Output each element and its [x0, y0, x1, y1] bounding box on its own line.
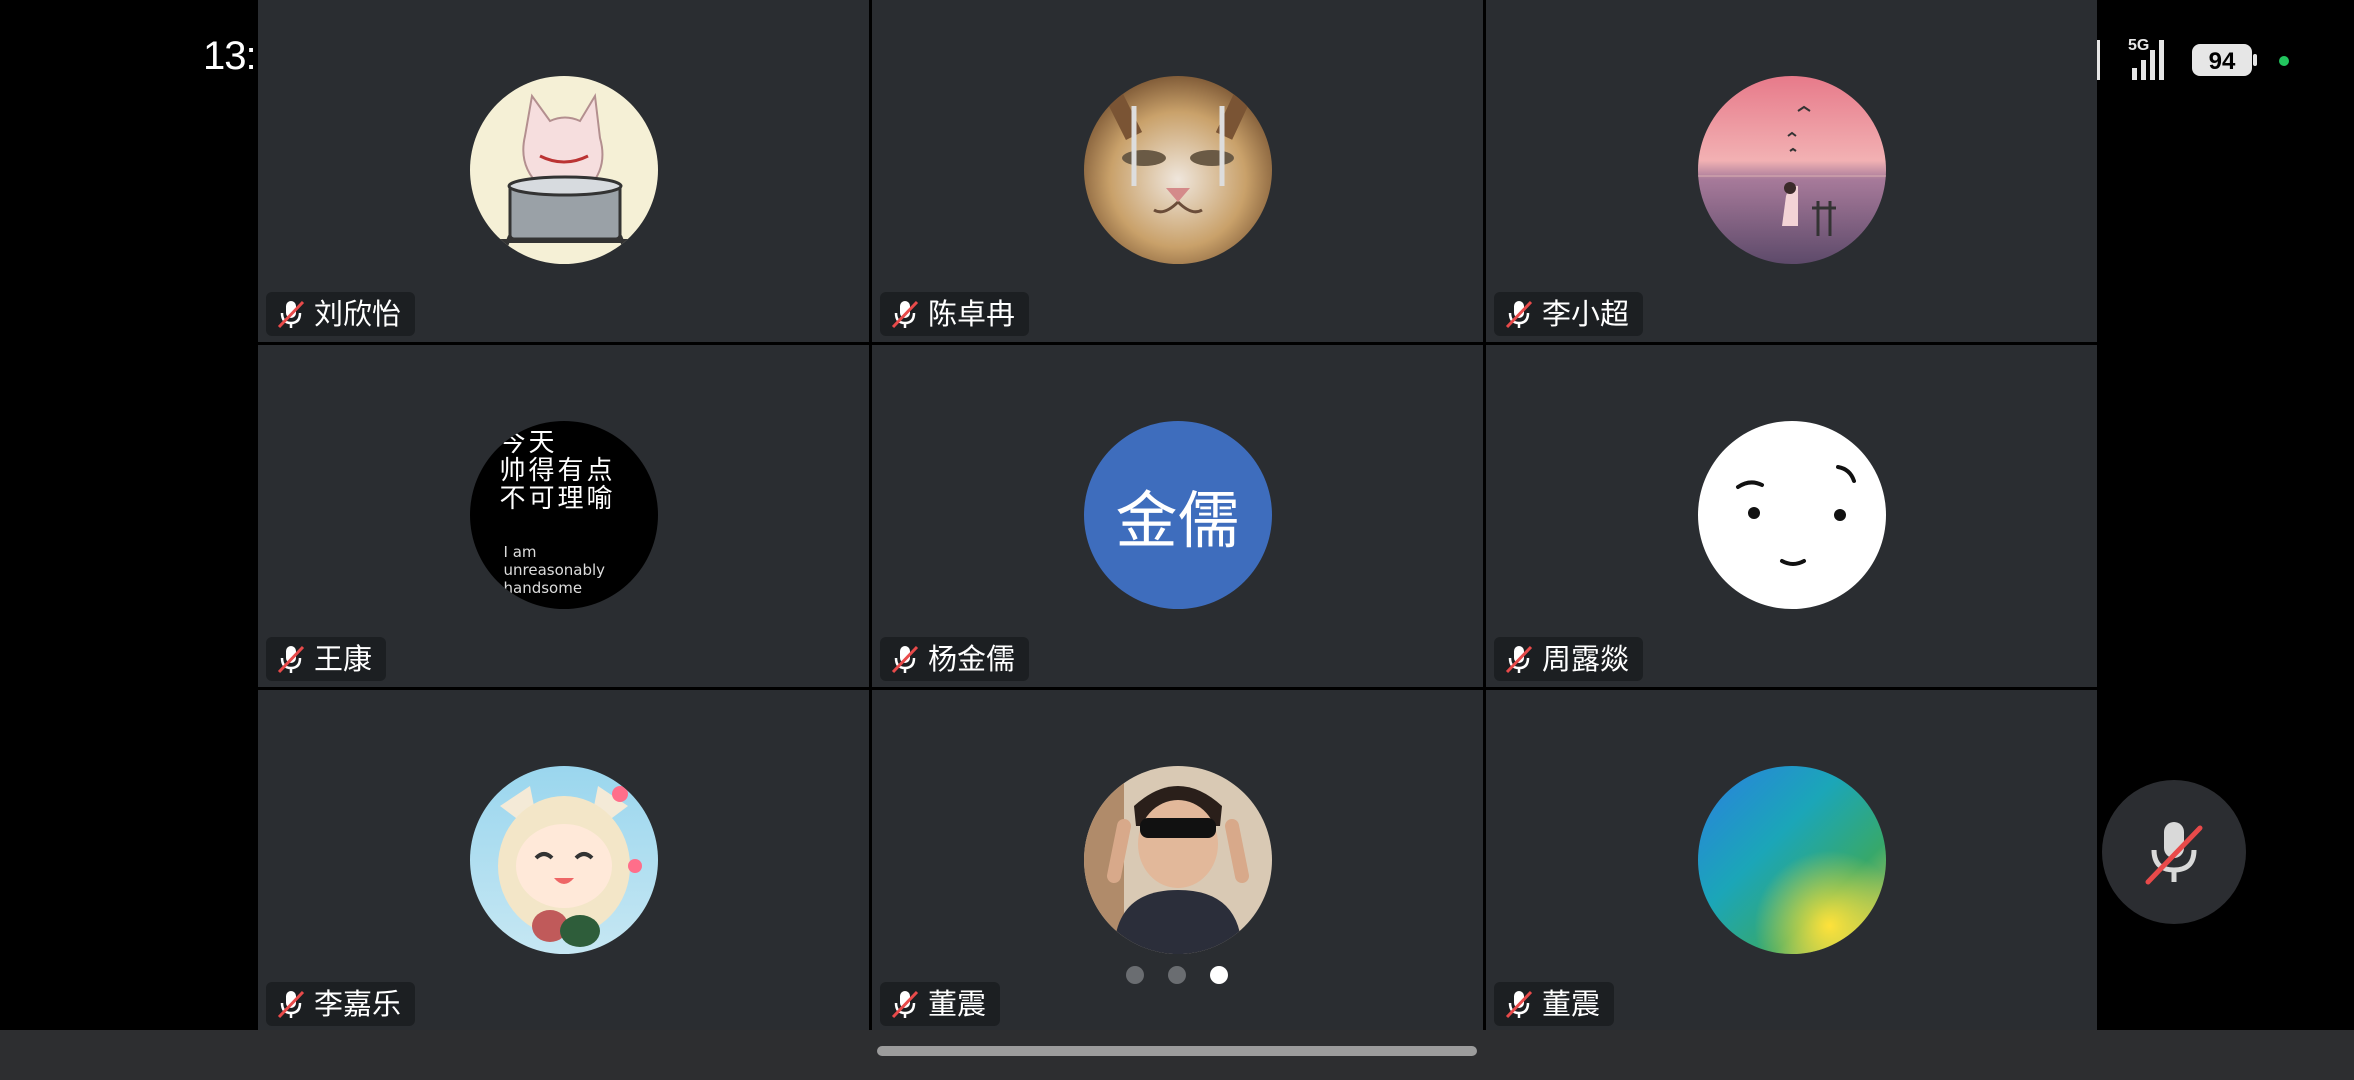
participant-name: 董震	[1542, 987, 1601, 1021]
page-indicator	[1126, 966, 1228, 984]
participant-name-chip: 李嘉乐	[266, 982, 416, 1026]
page-dot[interactable]	[1126, 966, 1144, 984]
participant-name: 李嘉乐	[314, 987, 402, 1021]
mic-muted-icon	[274, 297, 308, 331]
mic-muted-icon	[888, 642, 922, 676]
participant-avatar: 金儒	[1083, 421, 1272, 609]
participant-name-chip: 李小超	[1494, 292, 1644, 336]
mic-muted-icon	[888, 987, 922, 1021]
participant-tile[interactable]: 金儒 杨金儒	[872, 345, 1483, 687]
participant-avatar	[1697, 766, 1886, 954]
mic-muted-icon	[274, 642, 308, 676]
avatar-initials: 金儒	[1115, 484, 1240, 557]
mic-muted-icon	[1502, 297, 1536, 331]
home-indicator[interactable]	[877, 1046, 1477, 1056]
participant-avatar	[469, 76, 658, 264]
participant-name-chip: 王康	[266, 637, 387, 681]
participant-avatar	[1083, 766, 1272, 954]
participant-avatar	[469, 766, 658, 954]
participant-name-chip: 董震	[880, 982, 1001, 1026]
avatar-text-cn: 今天 帅得有点 不可理喻	[499, 428, 616, 514]
participant-name-chip: 杨金儒	[880, 637, 1030, 681]
participant-tile[interactable]: 陈卓冉	[872, 0, 1483, 342]
page-dot-active[interactable]	[1210, 966, 1228, 984]
participant-name: 陈卓冉	[928, 297, 1016, 331]
participant-name-chip: 陈卓冉	[880, 292, 1030, 336]
battery-level: 94	[2209, 48, 2236, 75]
mic-muted-icon	[1502, 987, 1536, 1021]
battery-icon: 94	[2192, 44, 2257, 76]
participant-name: 周露燚	[1542, 642, 1630, 676]
participant-name: 杨金儒	[928, 642, 1016, 676]
participant-tile[interactable]: 周露燚	[1486, 345, 2097, 687]
participant-grid: 刘欣怡 陈卓冉 李小超 今天 帅得有点 不可理喻 I am unreasonab…	[258, 0, 2097, 1032]
participant-name-chip: 刘欣怡	[266, 292, 416, 336]
participant-avatar	[1697, 76, 1886, 264]
participant-tile[interactable]: 今天 帅得有点 不可理喻 I am unreasonably handsome …	[258, 345, 869, 687]
privacy-indicator-dot	[2279, 56, 2289, 66]
unmute-microphone-button[interactable]	[2102, 780, 2246, 924]
participant-name: 刘欣怡	[314, 297, 402, 331]
participant-avatar	[1697, 421, 1886, 609]
participant-tile[interactable]: 李小超	[1486, 0, 2097, 342]
participant-name-chip: 周露燚	[1494, 637, 1644, 681]
participant-avatar: 今天 帅得有点 不可理喻 I am unreasonably handsome	[469, 421, 658, 609]
mic-muted-icon	[888, 297, 922, 331]
svg-text:5G: 5G	[2128, 37, 2149, 54]
participant-name: 李小超	[1542, 297, 1630, 331]
page-dot[interactable]	[1168, 966, 1186, 984]
participant-avatar	[1083, 76, 1272, 264]
participant-tile[interactable]: 刘欣怡	[258, 0, 869, 342]
mic-muted-icon	[1502, 642, 1536, 676]
participant-tile[interactable]: 李嘉乐	[258, 690, 869, 1032]
mic-muted-icon	[2145, 822, 2203, 885]
signal-icon-2: 5G	[2128, 37, 2164, 80]
avatar-text-en: I am unreasonably handsome	[503, 543, 606, 597]
participant-tile[interactable]: 董震	[1486, 690, 2097, 1032]
mic-muted-icon	[274, 987, 308, 1021]
participant-name: 董震	[928, 987, 987, 1021]
participant-name-chip: 董震	[1494, 982, 1615, 1026]
participant-name: 王康	[314, 642, 373, 676]
